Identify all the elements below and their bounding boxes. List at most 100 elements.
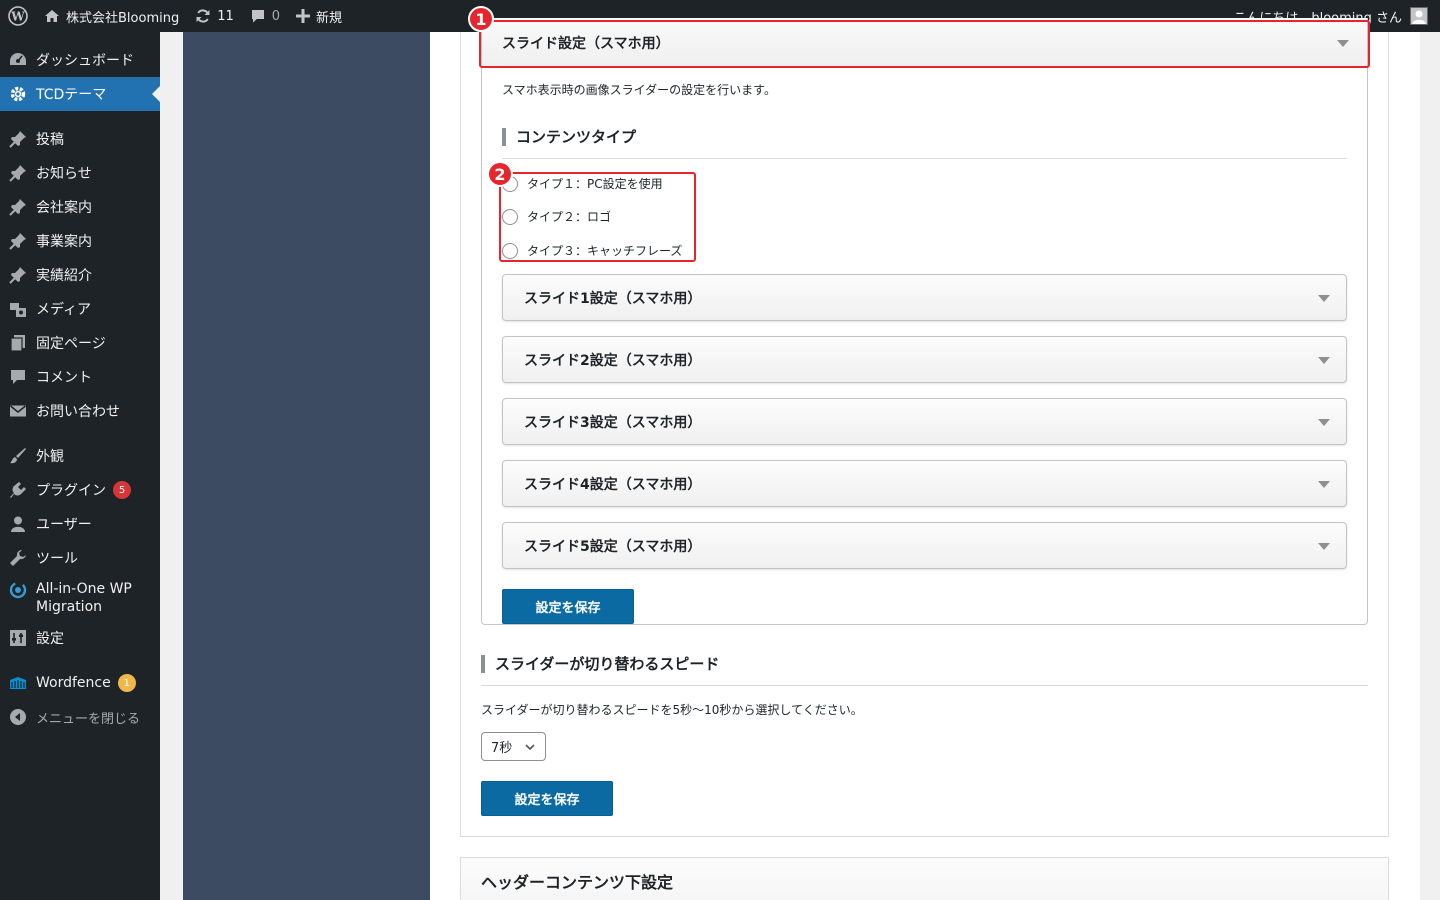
plus-icon: [296, 9, 311, 23]
sidebar-item-company[interactable]: 会社案内: [0, 190, 160, 224]
sidebar-item-contact[interactable]: お問い合わせ: [0, 394, 160, 428]
slide-2-accordion[interactable]: スライド2設定（スマホ用）: [502, 336, 1347, 383]
sidebar-item-label: 実績紹介: [36, 268, 92, 284]
slide-1-accordion[interactable]: スライド1設定（スマホ用）: [502, 274, 1347, 321]
home-icon: [44, 9, 60, 23]
slide-title: スライド2設定（スマホ用）: [524, 352, 702, 369]
slider-speed-select[interactable]: 7秒: [481, 732, 546, 761]
sidebar-item-label-line2: Migration: [36, 599, 103, 615]
selected-value: 7秒: [491, 741, 513, 756]
dashboard-icon: [9, 51, 27, 69]
mail-icon: [9, 402, 27, 420]
new-label: 新規: [316, 10, 343, 26]
wrench-icon: [9, 549, 27, 567]
sidebar-item-plugins[interactable]: プラグイン 5: [0, 473, 160, 507]
slider-sp-description: スマホ表示時の画像スライダーの設定を行います。: [502, 83, 776, 97]
sidebar-item-business[interactable]: 事業案内: [0, 224, 160, 258]
triangle-down-icon: [1318, 418, 1330, 426]
slide-5-accordion[interactable]: スライド5設定（スマホ用）: [502, 522, 1347, 569]
triangle-down-icon: [1318, 356, 1330, 364]
gear-icon: [9, 85, 27, 103]
comment-icon: [250, 8, 266, 24]
sidebar-item-label: ダッシュボード: [36, 53, 134, 69]
wordfence-icon: [9, 674, 27, 692]
triangle-down-icon: [1318, 542, 1330, 550]
sidebar-item-label: メディア: [36, 302, 92, 318]
slide-title: スライド4設定（スマホ用）: [524, 476, 702, 493]
sidebar-item-label: メニューを閉じる: [36, 711, 141, 727]
triangle-down-icon: [1318, 294, 1330, 302]
new-content-link[interactable]: 新規: [288, 0, 350, 32]
save-button[interactable]: 設定を保存: [502, 589, 634, 624]
theme-options-nav: [183, 32, 430, 900]
sidebar-item-posts[interactable]: 投稿: [0, 122, 160, 156]
refresh-icon: [195, 8, 211, 24]
sidebar-item-label: コメント: [36, 370, 92, 386]
triangle-down-icon: [1318, 480, 1330, 488]
slider-speed-description: スライダーが切り替わるスピードを5秒〜10秒から選択してください。: [481, 703, 863, 717]
content-type-heading: コンテンツタイプ: [502, 128, 636, 146]
annotation-number-2: 2: [487, 161, 513, 187]
sidebar-item-news[interactable]: お知らせ: [0, 156, 160, 190]
sidebar-item-settings[interactable]: 設定: [0, 621, 160, 655]
sidebar-item-works[interactable]: 実績紹介: [0, 258, 160, 292]
sidebar-item-wordfence[interactable]: Wordfence 1: [0, 666, 160, 700]
sidebar-item-label: プラグイン: [36, 483, 106, 499]
slide-title: スライド3設定（スマホ用）: [524, 414, 702, 431]
pin-icon: [9, 198, 27, 216]
sidebar-item-label: 固定ページ: [36, 336, 106, 352]
divider: [481, 685, 1368, 686]
sidebar-item-label: 設定: [36, 631, 64, 647]
slide-title: スライド5設定（スマホ用）: [524, 538, 702, 555]
updates-count: 11: [217, 8, 234, 24]
sidebar-item-label: All-in-One WP: [36, 581, 132, 597]
sidebar-item-label: 投稿: [36, 132, 64, 148]
comments-count: 0: [271, 8, 281, 24]
updates-link[interactable]: 11: [187, 0, 242, 32]
slide-title: スライド1設定（スマホ用）: [524, 290, 702, 307]
sidebar-item-label: お知らせ: [36, 166, 92, 182]
plugin-icon: [9, 481, 27, 499]
slide-3-accordion[interactable]: スライド3設定（スマホ用）: [502, 398, 1347, 445]
sidebar-item-users[interactable]: ユーザー: [0, 507, 160, 541]
page-icon: [9, 334, 27, 352]
avatar: [1410, 7, 1428, 25]
user-icon: [9, 515, 27, 533]
scrollbar-track[interactable]: [1420, 32, 1440, 900]
svg-text:W: W: [10, 10, 25, 24]
wordfence-badge: 1: [117, 674, 136, 692]
pin-icon: [9, 266, 27, 284]
sidebar-item-label: ツール: [36, 551, 78, 567]
sidebar-item-media[interactable]: メディア: [0, 292, 160, 326]
sidebar-item-tools[interactable]: ツール: [0, 541, 160, 575]
settings-icon: [9, 629, 27, 647]
sidebar-item-all-in-one-wp-migration[interactable]: All-in-One WP Migration: [0, 575, 160, 621]
comments-link[interactable]: 0: [242, 0, 288, 32]
sidebar-item-label: 会社案内: [36, 200, 92, 216]
comment-icon: [9, 368, 27, 386]
annotation-number-1: 1: [468, 6, 494, 32]
divider: [502, 158, 1347, 159]
slide-4-accordion[interactable]: スライド4設定（スマホ用）: [502, 460, 1347, 507]
annotation-box-1: [479, 20, 1370, 68]
sidebar-item-tcd-theme[interactable]: TCDテーマ: [0, 77, 160, 111]
sidebar-item-label: 外観: [36, 449, 64, 465]
pin-icon: [9, 164, 27, 182]
sidebar-item-label: お問い合わせ: [36, 404, 120, 420]
sidebar-item-label: ユーザー: [36, 517, 92, 533]
sidebar-item-pages[interactable]: 固定ページ: [0, 326, 160, 360]
sidebar-item-dashboard[interactable]: ダッシュボード: [0, 43, 160, 77]
pin-icon: [9, 232, 27, 250]
sidebar-item-label: TCDテーマ: [36, 87, 107, 103]
sidebar-item-label: 事業案内: [36, 234, 92, 250]
site-name-link[interactable]: 株式会社Blooming: [36, 0, 187, 32]
wordpress-logo-icon[interactable]: W: [0, 0, 36, 32]
slider-speed-heading: スライダーが切り替わるスピード: [481, 655, 719, 673]
media-icon: [9, 300, 27, 318]
collapse-menu-button[interactable]: メニューを閉じる: [0, 700, 160, 734]
section-title: ヘッダーコンテンツ下設定: [481, 873, 674, 892]
chevron-down-icon: [524, 741, 536, 757]
sidebar-item-comments[interactable]: コメント: [0, 360, 160, 394]
save-button-speed[interactable]: 設定を保存: [481, 781, 613, 816]
sidebar-item-appearance[interactable]: 外観: [0, 439, 160, 473]
